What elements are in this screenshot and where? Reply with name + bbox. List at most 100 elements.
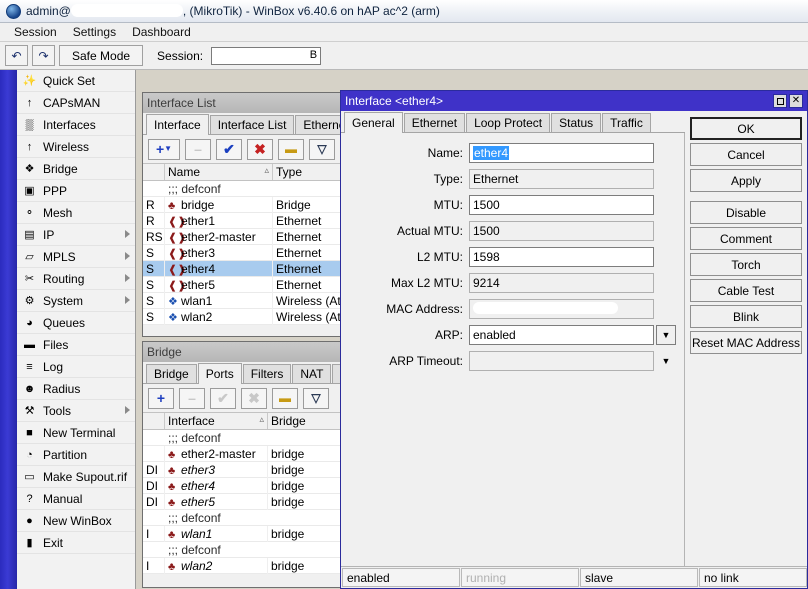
close-button[interactable]: ✕ xyxy=(789,94,803,108)
table-row[interactable]: R ♣ bridge Bridge xyxy=(143,196,343,213)
tab-interface-list[interactable]: Interface List xyxy=(209,115,295,134)
table-row[interactable]: RS ❰❱ether2-master Ethernet xyxy=(143,228,343,245)
sidebar-item-manual[interactable]: ? Manual xyxy=(17,488,135,510)
redo-button[interactable]: ↷ xyxy=(32,45,55,66)
table-row[interactable]: S ❰❱ether4 Ethernet xyxy=(143,260,343,277)
sidebar-item-radius[interactable]: ☻ Radius xyxy=(17,378,135,400)
sidebar-item-bridge[interactable]: ❖ Bridge xyxy=(17,158,135,180)
session-input[interactable]: B xyxy=(211,46,322,65)
sidebar-item-tools[interactable]: ⚒ Tools xyxy=(17,400,135,422)
reset-mac-address-button[interactable]: Reset MAC Address xyxy=(690,331,802,354)
tab-interface[interactable]: Interface xyxy=(146,114,209,135)
sidebar-item-capsman[interactable]: ↑ CAPsMAN xyxy=(17,92,135,114)
ok-button[interactable]: OK xyxy=(690,117,802,140)
sidebar-item-make-supout-rif[interactable]: ▭ Make Supout.rif xyxy=(17,466,135,488)
column-header-flags[interactable] xyxy=(143,413,165,429)
table-row[interactable]: S ❰❱ether5 Ethernet xyxy=(143,276,343,293)
tab-ethernet[interactable]: Ethernet xyxy=(403,113,466,132)
interface-list-titlebar[interactable]: Interface List xyxy=(143,93,343,113)
column-header-type[interactable]: Type xyxy=(273,164,343,180)
undo-button[interactable]: ↶ xyxy=(5,45,28,66)
tab-ports[interactable]: Ports xyxy=(197,363,242,384)
table-row[interactable]: DI ♣ ether3 bridge xyxy=(143,461,343,478)
table-row[interactable]: I ♣ wlan2 bridge xyxy=(143,557,343,574)
tab-filters[interactable]: Filters xyxy=(242,364,292,383)
tab-status[interactable]: Status xyxy=(551,113,602,132)
sidebar-item-partition[interactable]: ◔ Partition xyxy=(17,444,135,466)
table-row[interactable]: DI ♣ ether5 bridge xyxy=(143,493,343,510)
cable-test-button[interactable]: Cable Test xyxy=(690,279,802,302)
comment-button[interactable]: ▬ xyxy=(272,387,298,409)
table-row[interactable]: ;;; defconf xyxy=(143,181,343,197)
sidebar-item-label: Interfaces xyxy=(43,117,96,132)
sidebar-item-routing[interactable]: ✂ Routing xyxy=(17,268,135,290)
tag-icon: ▱ xyxy=(25,251,34,263)
column-header-name[interactable]: Name ▵ xyxy=(165,164,273,180)
sidebar-item-new-winbox[interactable]: ● New WinBox xyxy=(17,510,135,532)
table-row[interactable]: DI ♣ ether4 bridge xyxy=(143,477,343,494)
apply-button[interactable]: Apply xyxy=(690,169,802,192)
sidebar-item-mesh[interactable]: ⚬ Mesh xyxy=(17,202,135,224)
maximize-button[interactable] xyxy=(773,94,787,108)
disable-button[interactable]: ✖ xyxy=(247,138,273,160)
table-row[interactable]: R ❰❱ether1 Ethernet xyxy=(143,212,343,229)
name-input[interactable]: ether4 xyxy=(469,142,654,163)
table-row[interactable]: ;;; defconf xyxy=(143,542,343,558)
add-button[interactable]: + xyxy=(148,387,174,409)
cancel-button[interactable]: Cancel xyxy=(690,143,802,166)
disable-button[interactable]: Disable xyxy=(690,201,802,224)
filter-button[interactable]: ▽ xyxy=(303,387,329,409)
sidebar-item-ip[interactable]: ▤ IP xyxy=(17,224,135,246)
table-row[interactable]: S ❰❱ether3 Ethernet xyxy=(143,244,343,261)
blink-button[interactable]: Blink xyxy=(690,305,802,328)
row-flags: S xyxy=(143,308,165,325)
table-row[interactable]: ♣ ether2-master bridge xyxy=(143,445,343,462)
table-row[interactable]: ;;; defconf xyxy=(143,430,343,446)
tab-bridge[interactable]: Bridge xyxy=(146,364,197,383)
sidebar-item-interfaces[interactable]: ▒ Interfaces xyxy=(17,114,135,136)
column-header-interface[interactable]: Interface ▵ xyxy=(165,413,268,429)
arp-input[interactable]: enabled xyxy=(469,324,654,345)
comment-button[interactable]: Comment xyxy=(690,227,802,250)
sidebar-item-mpls[interactable]: ▱ MPLS xyxy=(17,246,135,268)
add-button[interactable]: + ▼ xyxy=(148,138,180,160)
sidebar-item-system[interactable]: ⚙ System xyxy=(17,290,135,312)
comment-button[interactable]: ▬ xyxy=(278,138,304,160)
menu-item-dashboard[interactable]: Dashboard xyxy=(124,24,199,40)
chevron-down-icon[interactable]: ▼ xyxy=(656,324,676,345)
column-header-flags[interactable] xyxy=(143,164,165,180)
row-flags: I xyxy=(143,557,165,574)
torch-button[interactable]: Torch xyxy=(690,253,802,276)
tab-traffic[interactable]: Traffic xyxy=(602,113,651,132)
sidebar-item-ppp[interactable]: ▣ PPP xyxy=(17,180,135,202)
table-row[interactable]: ;;; defconf xyxy=(143,510,343,526)
sidebar-item-label: IP xyxy=(43,227,55,242)
sidebar-item-exit[interactable]: ▮ Exit xyxy=(17,532,135,554)
tab-loop-protect[interactable]: Loop Protect xyxy=(466,113,551,132)
menu-item-settings[interactable]: Settings xyxy=(65,24,124,40)
filter-button[interactable]: ▽ xyxy=(309,138,335,160)
tab-nat[interactable]: NAT xyxy=(292,364,332,383)
bridge-titlebar[interactable]: Bridge xyxy=(143,342,343,362)
sidebar-item-new-terminal[interactable]: ■ New Terminal xyxy=(17,422,135,444)
enable-button[interactable]: ✔ xyxy=(216,138,242,160)
l2-mtu-input[interactable]: 1598 xyxy=(469,246,654,267)
table-row[interactable]: S ❖wlan2 Wireless (Athe xyxy=(143,308,343,325)
menu-item-session[interactable]: Session xyxy=(6,24,65,40)
tab-general[interactable]: General xyxy=(344,112,403,133)
chevron-down-icon[interactable]: ▼ xyxy=(656,351,676,371)
safe-mode-button[interactable]: Safe Mode xyxy=(59,45,144,66)
interface-list-rows: ;;; defconf R ♣ bridge Bridge R ❰❱ether1 … xyxy=(143,181,343,325)
sidebar-item-files[interactable]: ▬ Files xyxy=(17,334,135,356)
mtu-input[interactable]: 1500 xyxy=(469,194,654,215)
table-row[interactable]: S ❖wlan1 Wireless (Athe xyxy=(143,292,343,309)
sidebar-item-quick-set[interactable]: ✨ Quick Set xyxy=(17,70,135,92)
table-row[interactable]: I ♣ wlan1 bridge xyxy=(143,525,343,542)
sidebar-item-log[interactable]: ≡ Log xyxy=(17,356,135,378)
dialog-titlebar[interactable]: Interface <ether4> ✕ xyxy=(341,91,807,111)
row-flags: R xyxy=(143,196,165,213)
column-header-bridge[interactable]: Bridge xyxy=(268,413,343,429)
sidebar-item-wireless[interactable]: ↑ Wireless xyxy=(17,136,135,158)
row-type: Bridge xyxy=(273,196,343,213)
sidebar-item-queues[interactable]: ◕ Queues xyxy=(17,312,135,334)
